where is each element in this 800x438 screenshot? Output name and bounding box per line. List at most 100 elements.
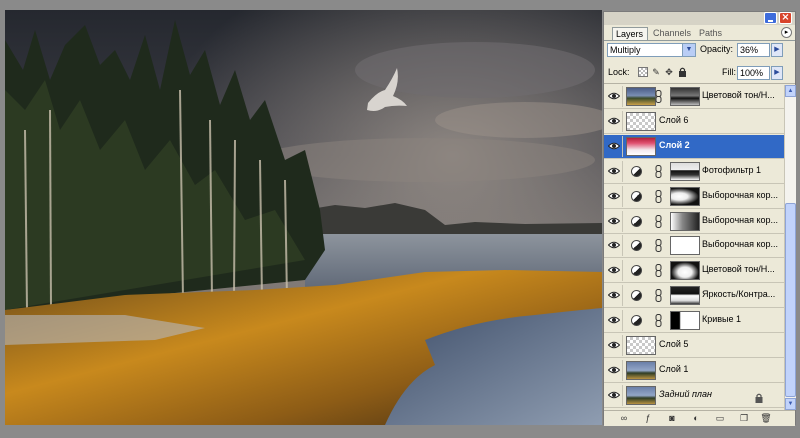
lock-transparent-pixels-icon[interactable] — [638, 67, 648, 77]
eye-icon[interactable] — [605, 110, 623, 132]
chain-link-icon[interactable] — [655, 164, 662, 178]
close-button[interactable]: × — [779, 12, 792, 24]
adjustment-icon — [631, 290, 642, 302]
blend-row: Multiply ▼ Opacity: 36% ▶ — [604, 41, 795, 61]
lock-position-icon[interactable]: ✥ — [664, 67, 674, 77]
layer-thumbnail[interactable] — [626, 385, 656, 405]
blend-mode-select[interactable]: Multiply ▼ — [607, 43, 696, 57]
fill-field[interactable]: 100% — [737, 66, 770, 80]
eye-icon[interactable] — [605, 335, 623, 356]
eye-icon[interactable] — [605, 185, 623, 207]
layer-thumbnail[interactable] — [626, 336, 656, 355]
layer-row[interactable]: Яркость/Контра... — [604, 284, 784, 309]
chain-link-icon[interactable] — [655, 289, 662, 303]
eye-icon[interactable] — [605, 310, 623, 332]
opacity-label: Opacity: — [700, 44, 734, 54]
layer-row[interactable]: Цветовой тон/Н... — [604, 85, 784, 109]
layer-row[interactable]: Выборочная кор... — [604, 234, 784, 259]
new-group-icon[interactable]: ▭ — [714, 413, 726, 424]
scroll-thumb[interactable] — [785, 203, 796, 397]
layer-mask-icon[interactable]: ◙ — [666, 413, 678, 424]
chain-link-icon[interactable] — [655, 90, 662, 103]
image-canvas[interactable] — [5, 10, 602, 425]
eye-icon[interactable] — [605, 160, 623, 182]
chain-link-icon[interactable] — [655, 239, 662, 253]
layers-scrollbar[interactable]: ▲ ▼ — [784, 85, 796, 410]
eye-icon[interactable] — [605, 235, 623, 257]
layer-thumbnail[interactable] — [626, 360, 656, 380]
tab-layers[interactable]: Layers — [612, 27, 648, 40]
layer-name: Яркость/Контра... — [702, 289, 776, 300]
layers-toolbar: ∞ ƒ ◙ ◐ ▭ ❐ 🗑 — [604, 410, 795, 426]
scroll-down-icon[interactable]: ▼ — [785, 398, 796, 410]
layer-mask-thumbnail[interactable] — [670, 161, 700, 181]
eye-icon[interactable] — [605, 135, 623, 157]
layer-row[interactable]: Цветовой тон/Н... — [604, 259, 784, 284]
opacity-field[interactable]: 36% — [737, 43, 770, 57]
minimize-button[interactable] — [764, 12, 777, 24]
layer-mask-thumbnail[interactable] — [670, 261, 700, 281]
eye-icon[interactable] — [605, 260, 623, 282]
layers-list: Цветовой тон/Н... Слой 6 Слой 2 Фотофильтр … — [604, 85, 784, 410]
lock-image-pixels-icon[interactable]: ✎ — [651, 67, 661, 77]
panel-title-bar[interactable]: × — [604, 12, 795, 25]
layer-row[interactable]: Слой 2 — [604, 134, 784, 159]
chain-link-icon[interactable] — [655, 214, 662, 228]
eye-icon[interactable] — [605, 359, 623, 381]
layer-mask-thumbnail[interactable] — [670, 311, 700, 331]
layer-thumbnail[interactable] — [626, 111, 656, 131]
panel-menu-icon[interactable]: ▸ — [781, 27, 792, 38]
layer-style-icon[interactable]: ƒ — [642, 413, 654, 424]
layer-name: Цветовой тон/Н... — [702, 90, 775, 100]
layer-name: Фотофильтр 1 — [702, 164, 761, 175]
chain-link-icon[interactable] — [655, 314, 662, 328]
tab-paths[interactable]: Paths — [696, 27, 728, 40]
link-layers-icon[interactable]: ∞ — [618, 413, 630, 424]
adjustment-icon — [631, 190, 642, 202]
layer-mask-thumbnail[interactable] — [670, 211, 700, 231]
layer-row[interactable]: Слой 1 — [604, 359, 784, 383]
layer-name: Слой 6 — [659, 114, 689, 125]
layer-row[interactable]: Кривые 1 — [604, 309, 784, 334]
new-layer-icon[interactable]: ❐ — [738, 413, 750, 424]
layer-mask-thumbnail[interactable] — [670, 186, 700, 206]
layer-row[interactable]: Выборочная кор... — [604, 210, 784, 234]
adjustment-icon — [631, 215, 642, 227]
opacity-slider-arrow-icon[interactable]: ▶ — [771, 43, 783, 57]
layer-mask-thumbnail[interactable] — [670, 286, 700, 306]
layer-mask-thumbnail[interactable] — [670, 236, 700, 256]
layer-row[interactable]: Слой 6 — [604, 110, 784, 134]
lock-all-icon[interactable] — [677, 67, 687, 77]
layer-row[interactable]: Задний план — [604, 384, 784, 408]
layer-row[interactable]: Фотофильтр 1 — [604, 160, 784, 184]
layer-name: Слой 2 — [659, 139, 690, 150]
landscape-photo — [5, 10, 602, 425]
eye-icon[interactable] — [605, 86, 623, 107]
layer-name: Выборочная кор... — [702, 239, 779, 250]
chain-link-icon[interactable] — [655, 189, 662, 203]
panel-tabs: Layers Channels Paths — [604, 26, 795, 41]
layer-row[interactable]: Выборочная кор... — [604, 185, 784, 209]
eye-icon[interactable] — [605, 285, 623, 307]
chevron-down-icon[interactable]: ▼ — [682, 44, 695, 56]
tab-channels[interactable]: Channels — [650, 27, 694, 40]
layer-name: Слой 5 — [659, 339, 689, 349]
scroll-up-icon[interactable]: ▲ — [785, 85, 796, 97]
adjustment-icon — [631, 165, 642, 177]
adjustment-icon — [631, 240, 642, 252]
lock-icon — [755, 390, 763, 403]
layer-row[interactable]: Слой 5 — [604, 334, 784, 358]
trash-icon[interactable]: 🗑 — [760, 413, 772, 424]
lock-label: Lock: — [608, 67, 630, 77]
layer-mask-thumbnail[interactable] — [670, 87, 700, 106]
layer-name: Кривые 1 — [702, 314, 742, 325]
layer-name: Цветовой тон/Н... — [702, 264, 775, 275]
eye-icon[interactable] — [605, 384, 623, 406]
chain-link-icon[interactable] — [655, 264, 662, 278]
adjustment-layer-icon[interactable]: ◐ — [690, 413, 702, 424]
fill-slider-arrow-icon[interactable]: ▶ — [771, 66, 783, 80]
layer-name: Выборочная кор... — [702, 214, 779, 225]
adjustment-icon — [631, 315, 642, 327]
eye-icon[interactable] — [605, 210, 623, 232]
layer-thumbnail[interactable] — [626, 136, 656, 156]
